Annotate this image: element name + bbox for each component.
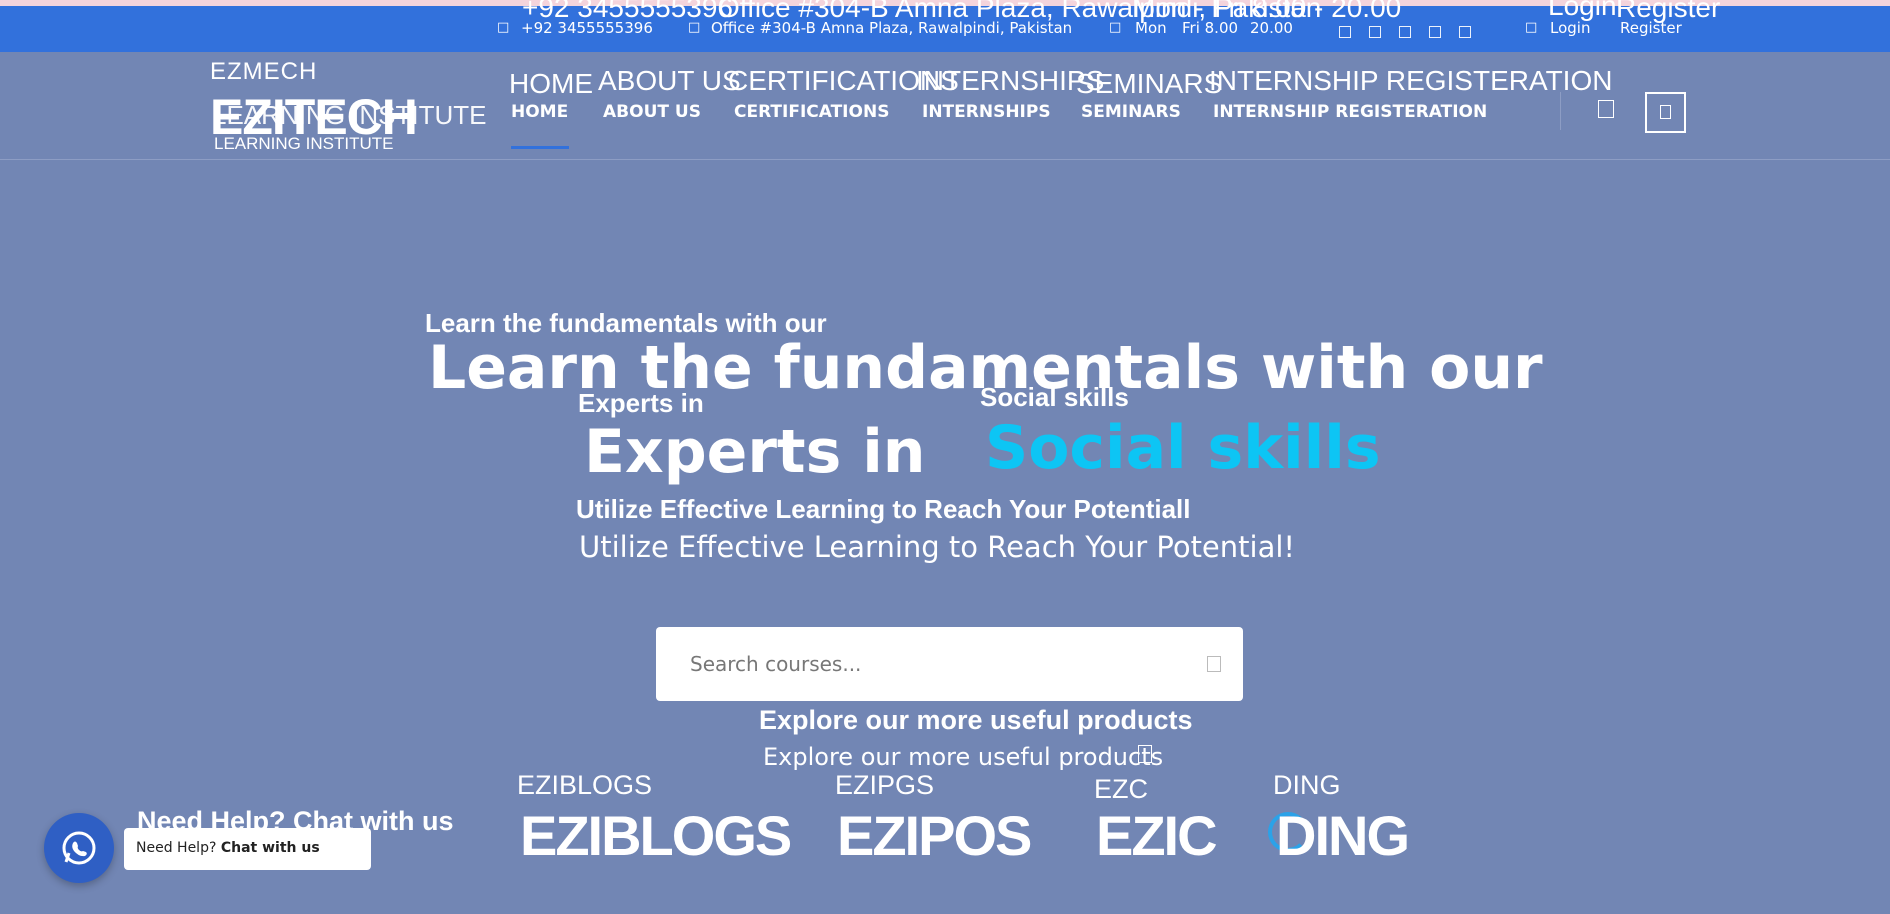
- topbar-hours-start: Fri 8.00: [1182, 19, 1239, 37]
- twitter-icon[interactable]: [1369, 26, 1381, 38]
- product-ghost-ezicoding: EZC: [1094, 774, 1148, 804]
- hero-subtitle-experts: Experts in: [584, 417, 926, 487]
- chat-bubble[interactable]: Need Help? Chat with us: [124, 828, 371, 870]
- nav-internships[interactable]: INTERNSHIPS: [922, 102, 1051, 122]
- product-eziblogs-logo[interactable]: EZIBLOGS: [520, 808, 792, 864]
- topbar-login-ghost: Login: [1548, 0, 1617, 21]
- explore-ghost: Explore our more useful products: [759, 705, 1193, 735]
- nav-active-indicator: [511, 146, 569, 149]
- nav-certifications[interactable]: CERTIFICATIONS: [734, 102, 889, 122]
- nav-about-us[interactable]: ABOUT US: [603, 102, 701, 122]
- course-search-box: [656, 627, 1243, 701]
- chat-text: Need Help? Chat with us: [136, 840, 320, 856]
- search-submit-icon[interactable]: [1207, 656, 1221, 672]
- hero-desc-ghost: Utilize Effective Learning to Reach Your…: [576, 494, 1191, 524]
- nav-ghost-about: ABOUT US: [598, 65, 741, 96]
- explore-products-link[interactable]: Explore our more useful products: [763, 743, 1163, 771]
- nav-internship-registration[interactable]: INTERNSHIP REGISTERATION: [1213, 102, 1487, 122]
- site-header: EZMECH EZITECH LEARNING INSTITUTE LEARNI…: [0, 52, 1890, 160]
- instagram-icon[interactable]: [1399, 26, 1411, 38]
- logo-small-text: EZMECH: [210, 58, 318, 85]
- clock-icon: □: [1109, 20, 1122, 35]
- product-ghost-eziblogs: EZIBLOGS: [517, 770, 653, 800]
- facebook-icon[interactable]: [1339, 26, 1351, 38]
- chat-prefix: Need Help?: [136, 840, 217, 856]
- hero-sub1-ghost: Experts in: [578, 388, 704, 418]
- nav-ghost-seminars: SEMINARS: [1076, 68, 1223, 99]
- nav-ghost-home: HOME: [509, 68, 593, 99]
- location-icon: □: [688, 20, 701, 35]
- product-ghost-ezipos: EZIPGS: [835, 770, 935, 800]
- search-icon[interactable]: [1598, 100, 1614, 118]
- product-ezipos-logo[interactable]: EZIPOS: [837, 808, 1032, 864]
- youtube-icon[interactable]: [1459, 26, 1471, 38]
- top-info-bar: +92 3455555396 Office #304-B Amna Plaza,…: [0, 0, 1890, 52]
- nav-home[interactable]: HOME: [511, 102, 568, 122]
- nav-ghost-registration: INTERNSHIP REGISTERATION: [1209, 65, 1613, 96]
- product-ezicoding-logo[interactable]: EZIC: [1096, 808, 1218, 864]
- phone-icon: □: [497, 20, 510, 35]
- cart-button[interactable]: [1645, 92, 1686, 133]
- chat-link[interactable]: Chat with us: [221, 840, 320, 856]
- product-ghost-ding: DING: [1273, 770, 1341, 800]
- topbar-hours-end: 20.00: [1250, 19, 1293, 37]
- whatsapp-chat-button[interactable]: [44, 813, 114, 883]
- logo-tagline: LEARNING INSTITUTE: [214, 134, 394, 153]
- topbar-phone[interactable]: +92 3455555396: [521, 18, 653, 38]
- hero-sub2-ghost: Social skills: [980, 382, 1129, 412]
- header-divider: [1560, 92, 1561, 130]
- nav-seminars[interactable]: SEMINARS: [1081, 102, 1181, 122]
- login-link[interactable]: Login: [1550, 18, 1590, 38]
- hero-description: Utilize Effective Learning to Reach Your…: [579, 530, 1296, 564]
- user-icon: □: [1525, 20, 1538, 35]
- arrow-right-icon: [1138, 745, 1152, 763]
- logo-tagline-ghost: LEARNING INSTITUTE: [212, 100, 487, 130]
- topbar-hours-day: Mon: [1135, 19, 1167, 37]
- cart-icon: [1660, 105, 1671, 119]
- hero-subtitle-social-skills: Social skills: [985, 413, 1381, 483]
- linkedin-icon[interactable]: [1429, 26, 1441, 38]
- topbar-office[interactable]: Office #304-B Amna Plaza, Rawalpindi, Pa…: [711, 18, 1072, 38]
- product-ding-logo[interactable]: DING: [1276, 808, 1410, 864]
- course-search-input[interactable]: [690, 647, 1170, 681]
- register-link[interactable]: Register: [1620, 18, 1682, 38]
- whatsapp-icon: [62, 831, 96, 865]
